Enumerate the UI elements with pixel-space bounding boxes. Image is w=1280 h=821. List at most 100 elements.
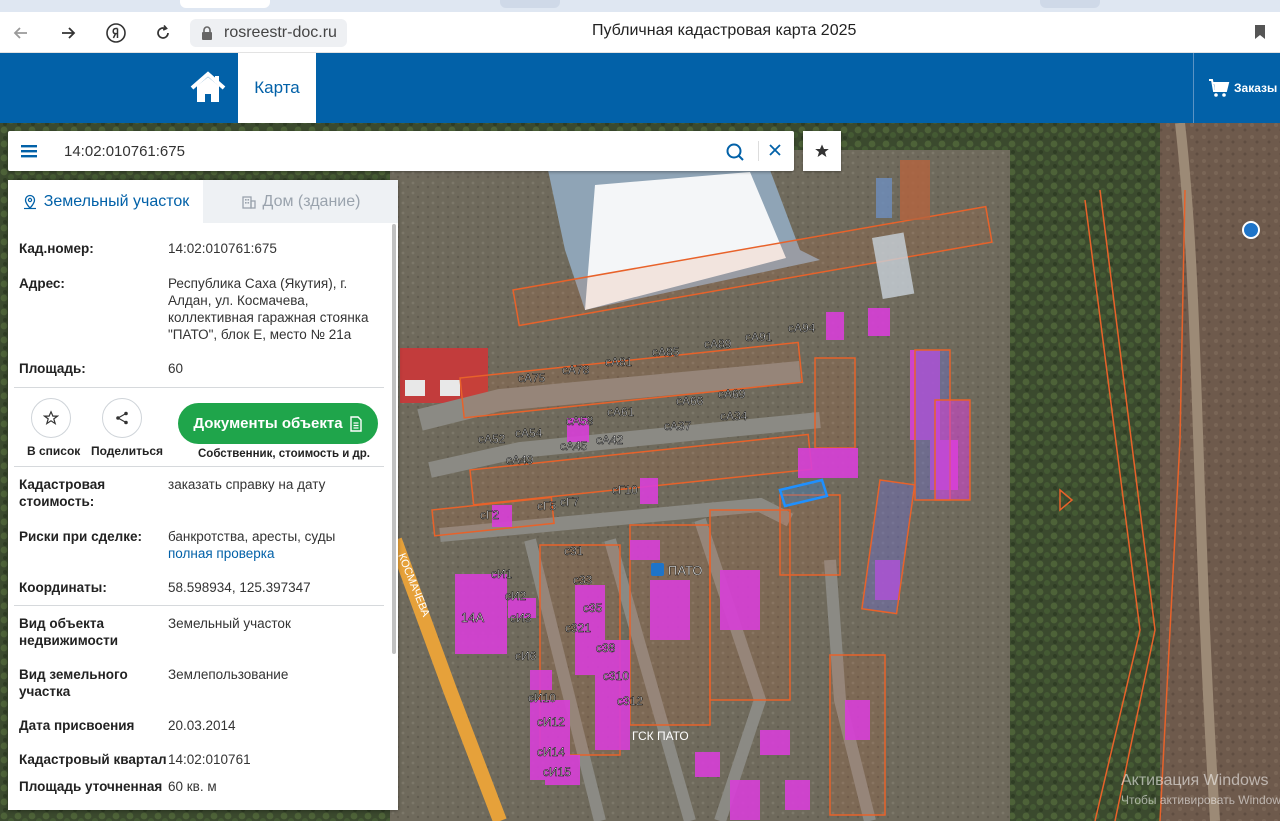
svg-text:с321: с321: [565, 621, 591, 635]
risks-value: банкротства, аресты, суды: [168, 529, 336, 544]
search-bar: [8, 131, 794, 171]
gsk-label: ГСК ПАТО: [632, 729, 689, 743]
add-to-list-label: В список: [27, 444, 81, 458]
yandex-icon: [106, 23, 126, 43]
svg-text:сА42: сА42: [596, 433, 624, 447]
row-risks: Риски при сделке: банкротства, аресты, с…: [8, 528, 390, 562]
address-bar: rosreestr-doc.ru Публичная кадастровая к…: [0, 12, 1280, 53]
page-title: Публичная кадастровая карта 2025: [592, 22, 857, 39]
row-cad-number: Кад.номер: 14:02:010761:675: [8, 240, 390, 257]
star-icon: [815, 144, 829, 157]
full-check-link[interactable]: полная проверка: [168, 545, 378, 562]
poi-pato[interactable]: ПАТО: [651, 563, 703, 578]
reload-button[interactable]: [150, 20, 176, 46]
row-assigned-date: Дата присвоения 20.03.2014: [8, 717, 390, 734]
cad-quarter-value: 14:02:010761: [168, 752, 251, 767]
row-area: Площадь: 60: [8, 360, 390, 377]
search-icon: [726, 143, 744, 161]
svg-text:сИ1: сИ1: [491, 567, 513, 581]
search-separator: [758, 141, 759, 161]
star-outline-icon: [43, 410, 59, 426]
object-documents-button[interactable]: Документы объекта: [178, 403, 378, 444]
land-type-label: Вид земельного участка: [19, 667, 128, 699]
menu-button[interactable]: [18, 141, 40, 161]
url-field[interactable]: rosreestr-doc.ru: [190, 19, 347, 47]
svg-text:сИ15: сИ15: [543, 765, 571, 779]
object-info-panel: Земельный участок Дом (здание) Кад.номер…: [8, 180, 398, 810]
land-type-value: Землепользование: [168, 667, 289, 682]
row-land-type: Вид земельного участка Землепользование: [8, 666, 390, 700]
svg-text:сА61: сА61: [607, 405, 635, 419]
svg-text:с38: с38: [596, 641, 616, 655]
add-to-list-button[interactable]: [31, 398, 71, 438]
back-button[interactable]: [8, 20, 34, 46]
search-input[interactable]: [64, 131, 704, 171]
document-icon: [349, 415, 362, 432]
divider: [14, 466, 384, 467]
tab-map[interactable]: Карта: [238, 53, 316, 123]
lock-icon: [202, 26, 212, 40]
bookmark-icon[interactable]: [1254, 24, 1266, 40]
share-button[interactable]: [102, 398, 142, 438]
svg-text:сА94: сА94: [788, 321, 816, 335]
location-pin-icon: [23, 194, 36, 209]
url-text: rosreestr-doc.ru: [224, 24, 337, 41]
panel-tabs: Земельный участок Дом (здание): [8, 180, 398, 223]
share-label: Поделиться: [91, 444, 164, 458]
svg-text:сА66: сА66: [676, 394, 704, 408]
coords-value: 58.598934, 125.397347: [168, 580, 311, 595]
svg-text:сИ10: сИ10: [528, 691, 556, 705]
order-certificate-link[interactable]: заказать справку на дату: [168, 476, 378, 510]
svg-text:сА75: сА75: [518, 371, 546, 385]
home-button[interactable]: [188, 71, 228, 105]
actions-block: В список Поделиться Документы объекта Со…: [8, 388, 390, 466]
address-label: Адрес:: [19, 276, 65, 291]
divider: [14, 605, 384, 606]
area-clarified-label: Площадь уточненная: [19, 779, 163, 794]
svg-text:сА69: сА69: [718, 387, 746, 401]
windows-activation-title: Активация Windows: [1121, 772, 1269, 789]
svg-text:сИ14: сИ14: [537, 745, 565, 759]
svg-text:с310: с310: [603, 669, 629, 683]
windows-activation-subtitle: Чтобы активировать Windows: [1121, 793, 1280, 807]
browser-tab-strip: [0, 0, 1280, 12]
favorites-button[interactable]: [803, 131, 841, 171]
arrow-right-icon: [62, 27, 76, 39]
close-icon: [769, 144, 781, 156]
coords-label: Координаты:: [19, 580, 107, 595]
orders-label: Заказы: [1234, 81, 1278, 95]
svg-text:сА85: сА85: [652, 345, 680, 359]
area-clarified-value: 60 кв. м: [168, 779, 217, 794]
svg-text:сГ7: сГ7: [560, 495, 579, 509]
row-area-clarified: Площадь уточненная 60 кв. м: [8, 778, 390, 795]
row-object-type: Вид объекта недвижимости Земельный участ…: [8, 615, 390, 649]
svg-text:сИ6: сИ6: [515, 649, 537, 663]
svg-text:сА49: сА49: [506, 453, 534, 467]
browser-tab[interactable]: [1040, 0, 1100, 8]
tab-land-plot[interactable]: Земельный участок: [8, 180, 203, 223]
svg-text:14А: 14А: [461, 610, 484, 625]
cad-number-label: Кад.номер:: [19, 241, 94, 256]
share-icon: [116, 411, 128, 425]
hamburger-icon: [21, 145, 37, 158]
search-button[interactable]: [724, 141, 746, 163]
orders-button[interactable]: Заказы: [1193, 53, 1280, 123]
svg-text:сА58: сА58: [566, 414, 594, 428]
yandex-button[interactable]: [103, 20, 129, 46]
building-icon: [241, 195, 256, 209]
cad-number-value[interactable]: 14:02:010761:675: [168, 240, 378, 257]
svg-text:с31: с31: [564, 544, 584, 558]
forward-button[interactable]: [55, 20, 81, 46]
browser-tab[interactable]: [500, 0, 560, 8]
assigned-date-value: 20.03.2014: [168, 718, 236, 733]
svg-text:сИ2: сИ2: [505, 589, 527, 603]
svg-text:сА45: сА45: [560, 439, 588, 453]
svg-text:сА52: сА52: [478, 432, 506, 446]
panel-scrollbar[interactable]: [392, 224, 396, 654]
clear-button[interactable]: [764, 140, 786, 162]
svg-text:сГ5: сГ5: [537, 499, 556, 513]
tab-house[interactable]: Дом (здание): [203, 180, 398, 223]
browser-tab-active[interactable]: [180, 0, 270, 8]
home-icon: [190, 71, 226, 102]
site-header: Карта Заказы: [0, 53, 1280, 123]
